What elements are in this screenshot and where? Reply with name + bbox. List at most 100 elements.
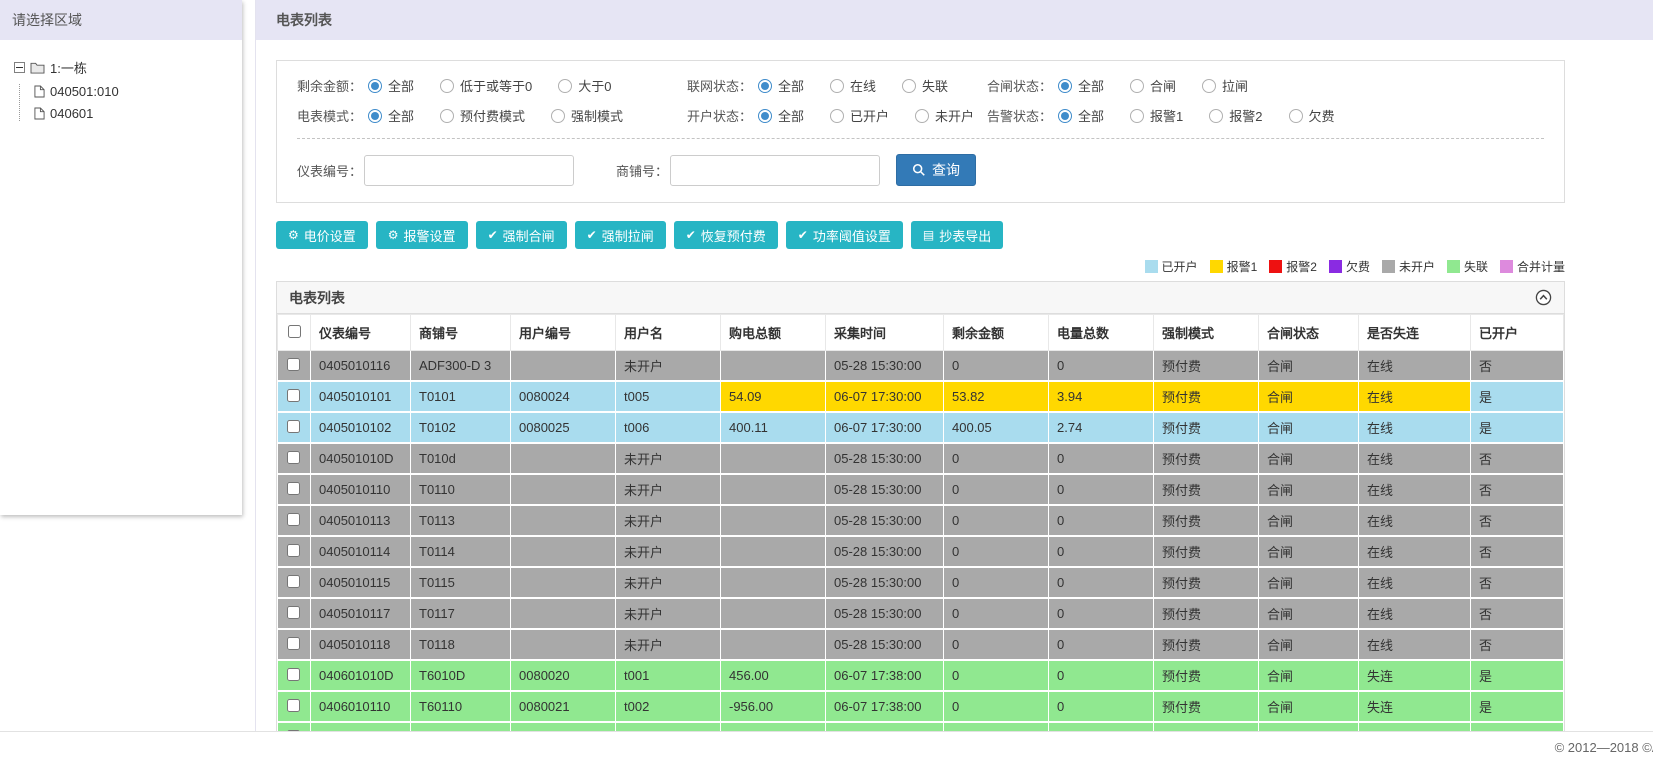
radio-circle[interactable] [758, 108, 773, 123]
cell: 在线 [1358, 350, 1471, 382]
row-checkbox[interactable] [287, 543, 301, 557]
radio-option[interactable]: 低于或等于0 [440, 76, 532, 95]
cell: 合闸 [1258, 505, 1359, 537]
radio-option[interactable]: 报警1 [1130, 106, 1183, 125]
radio-circle[interactable] [1202, 78, 1217, 93]
row-checkbox[interactable] [287, 698, 301, 712]
radio-option[interactable]: 报警2 [1209, 106, 1263, 125]
radio-circle[interactable] [558, 78, 573, 93]
radio-option[interactable]: 未开户 [915, 106, 974, 125]
tree-node-label[interactable]: 040501:010 [50, 84, 119, 99]
radio-option[interactable]: 全部 [758, 76, 804, 95]
radio-option[interactable]: 强制模式 [551, 106, 623, 125]
radio-option[interactable]: 拉闸 [1202, 76, 1248, 95]
tree-node-child[interactable]: 040501:010 [34, 84, 232, 99]
tree-collapse-toggle-icon[interactable] [14, 62, 25, 73]
panel-collapse-button[interactable] [1535, 289, 1552, 306]
radio-option[interactable]: 全部 [1058, 106, 1104, 125]
radio-circle[interactable] [440, 78, 455, 93]
radio-circle[interactable] [830, 78, 845, 93]
cell: 0 [943, 660, 1049, 692]
column-header: 用户编号 [510, 314, 616, 351]
radio-circle[interactable] [551, 108, 566, 123]
filter-inputs-row: 仪表编号： 商铺号： 查询 [297, 154, 1544, 186]
copyright-text: © 2012—2018 ©Ac [1554, 740, 1653, 755]
row-checkbox-cell [277, 474, 311, 506]
meter-no-input[interactable] [364, 154, 575, 186]
cell: 0 [943, 350, 1049, 382]
radio-circle[interactable] [368, 78, 383, 93]
radio-circle[interactable] [1288, 108, 1303, 123]
cell: 在线 [1358, 629, 1471, 661]
column-header: 强制模式 [1153, 314, 1259, 351]
radio-circle[interactable] [830, 108, 845, 123]
radio-circle[interactable] [440, 108, 455, 123]
row-checkbox[interactable] [287, 512, 301, 526]
legend-label: 已开户 [1161, 260, 1198, 274]
radio-option-label: 全部 [388, 79, 415, 94]
sidebar-card: 请选择区域 1:一栋 040501:010 040601 [0, 0, 242, 515]
radio-option[interactable]: 全部 [758, 106, 804, 125]
action-buttons-row: ⚙ 电价设置 ⚙ 报警设置 ✔ 强制合闸 ✔ 强制拉闸 ✔ 恢复预付费 ✔ 功率阈值设置 ▤ 抄表导出 [276, 221, 1565, 249]
row-checkbox[interactable] [287, 667, 301, 681]
radio-option[interactable]: 大于0 [558, 76, 612, 95]
status-legend: 已开户 报警1 报警2 欠费 未开户 失联 合并计量 [276, 258, 1565, 275]
action-button-抄表导出[interactable]: ▤ 抄表导出 [910, 221, 1004, 249]
radio-option[interactable]: 已开户 [830, 106, 889, 125]
row-checkbox[interactable] [287, 419, 301, 433]
tree-node-child[interactable]: 040601 [34, 106, 232, 121]
search-button[interactable]: 查询 [896, 154, 977, 186]
filter-group-label: 告警状态： [987, 109, 1053, 124]
action-button-强制合闸[interactable]: ✔ 强制合闸 [475, 221, 567, 249]
shop-no-input[interactable] [670, 154, 881, 186]
action-button-报警设置[interactable]: ⚙ 报警设置 [375, 221, 468, 249]
radio-option[interactable]: 全部 [368, 106, 414, 125]
radio-circle[interactable] [915, 108, 930, 123]
legend-label: 报警2 [1286, 260, 1317, 274]
radio-circle[interactable] [1209, 108, 1224, 123]
row-checkbox[interactable] [287, 605, 301, 619]
radio-circle[interactable] [1130, 108, 1145, 123]
row-checkbox[interactable] [287, 450, 301, 464]
radio-option[interactable]: 失联 [902, 76, 948, 95]
radio-option[interactable]: 合闸 [1130, 76, 1176, 95]
radio-option-label: 大于0 [578, 79, 612, 94]
cell: 400.05 [943, 412, 1049, 444]
row-checkbox[interactable] [287, 729, 301, 731]
column-header: 购电总额 [720, 314, 826, 351]
radio-option[interactable]: 全部 [368, 76, 414, 95]
main-panel: 电表列表 剩余金额： 全部 低于或等于0 大于0 联网状态： 全部 在线 失联 合闸状态： 全部合… [255, 0, 1653, 731]
tree-node-label[interactable]: 040601 [50, 106, 93, 121]
select-all-checkbox[interactable] [287, 324, 301, 338]
table-row: 040601010D T6010D 0080020 t001 456.00 06-07 1… [277, 660, 1564, 692]
radio-option-label: 拉闸 [1222, 79, 1249, 94]
radio-option[interactable]: 欠费 [1288, 106, 1335, 125]
action-button-电价设置[interactable]: ⚙ 电价设置 [276, 221, 368, 249]
radio-circle[interactable] [1058, 108, 1073, 123]
radio-option[interactable]: 在线 [830, 76, 876, 95]
radio-option[interactable]: 预付费模式 [440, 106, 525, 125]
radio-circle[interactable] [1058, 78, 1073, 93]
radio-option-label: 全部 [388, 109, 415, 124]
row-checkbox[interactable] [287, 636, 301, 650]
tree-node-label[interactable]: 1:一栋 [50, 58, 87, 77]
row-checkbox[interactable] [287, 481, 301, 495]
radio-circle[interactable] [758, 78, 773, 93]
radio-circle[interactable] [902, 78, 917, 93]
row-checkbox[interactable] [287, 574, 301, 588]
action-button-功率阈值设置[interactable]: ✔ 功率阈值设置 [785, 221, 903, 249]
cell: 未开户 [615, 567, 721, 599]
row-checkbox[interactable] [287, 388, 301, 402]
cell: T0118 [410, 629, 511, 661]
tree-node-root[interactable]: 1:一栋 [14, 58, 232, 77]
cell: 否 [1470, 474, 1564, 506]
radio-circle[interactable] [368, 108, 383, 123]
cell: 否 [1470, 567, 1564, 599]
cell: 合闸 [1258, 691, 1359, 723]
row-checkbox[interactable] [287, 357, 301, 371]
cell: 否 [1470, 505, 1564, 537]
action-button-恢复预付费[interactable]: ✔ 恢复预付费 [673, 221, 778, 249]
radio-option[interactable]: 全部 [1058, 76, 1104, 95]
action-button-强制拉闸[interactable]: ✔ 强制拉闸 [574, 221, 666, 249]
radio-circle[interactable] [1130, 78, 1145, 93]
